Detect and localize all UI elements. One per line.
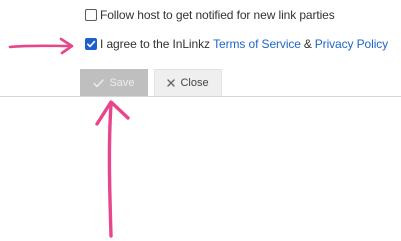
pink-arrow-right-icon (8, 37, 74, 55)
follow-host-checkbox[interactable] (85, 9, 97, 21)
save-button-label: Save (109, 77, 135, 89)
pink-arrow-up-icon (95, 100, 130, 238)
agree-terms-checkbox[interactable] (85, 38, 97, 50)
agree-terms-label: I agree to the InLinkz (100, 37, 210, 51)
check-icon (93, 78, 105, 88)
save-button[interactable]: Save (80, 69, 148, 97)
privacy-policy-link[interactable]: Privacy Policy (315, 37, 388, 51)
divider-line (0, 96, 401, 97)
check-icon (87, 40, 96, 48)
follow-host-label[interactable]: Follow host to get notified for new link… (100, 8, 335, 22)
close-button[interactable]: Close (154, 69, 222, 97)
terms-of-service-link[interactable]: Terms of Service (213, 37, 301, 51)
dialog-toolbar: Save Close (80, 69, 222, 97)
ampersand-text: & (303, 37, 312, 51)
agree-terms-row: I agree to the InLinkz Terms of Service … (85, 37, 388, 51)
follow-host-row: Follow host to get notified for new link… (85, 8, 335, 22)
close-button-label: Close (180, 77, 209, 89)
x-icon (167, 79, 176, 87)
